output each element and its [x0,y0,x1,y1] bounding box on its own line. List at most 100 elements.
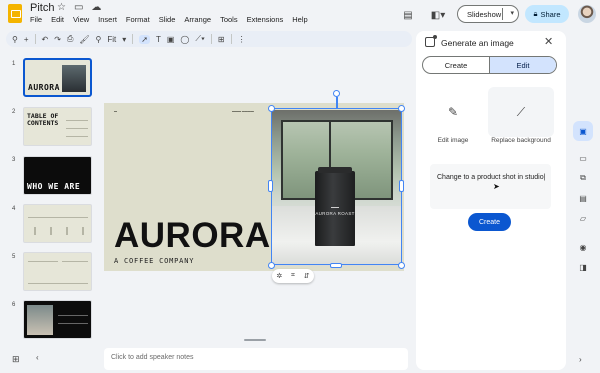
replace-background-option[interactable]: ⟋ [488,87,554,137]
slideshow-button[interactable]: Slideshow ▾ [457,5,519,23]
slide-title[interactable]: AURORA [114,216,271,256]
zoom-select[interactable]: Fit [107,35,116,44]
edit-image-label: Edit image [437,137,469,144]
prompt-text: Change to a product shot in studio [437,174,544,181]
meet-icon[interactable]: ◧▾ [428,8,448,22]
move-folder-icon[interactable]: ▭ [74,2,83,13]
edit-pencil-icon: ✎ [447,105,459,119]
resize-handle[interactable] [330,263,342,268]
hide-side-panel-icon[interactable]: › [579,355,582,364]
share-label: Share [540,9,561,19]
generate-image-icon [425,35,437,47]
document-title[interactable]: Pitch [30,2,54,14]
cloud-status-icon[interactable]: ☁ [91,2,101,13]
slide-thumbnail-4[interactable] [23,204,92,243]
copy-icon[interactable]: ⧉ [577,172,589,184]
mode-tabs: Create Edit [422,56,557,74]
avatar[interactable] [578,5,596,23]
image-quick-toolbar: ✲ ⌗ ⇵ [272,269,314,283]
slides-logo-icon[interactable] [8,4,22,23]
slideshow-label: Slideshow [467,9,502,19]
menu-slide[interactable]: Slide [159,15,176,24]
menu-insert[interactable]: Insert [98,15,117,24]
resize-handle[interactable] [268,180,273,192]
print-icon[interactable]: ⎙ [67,34,73,44]
lock-icon: 🔒︎ [533,9,538,18]
new-slide-icon[interactable]: + [24,35,29,44]
menu-arrange[interactable]: Arrange [184,15,211,24]
slide-number: 2 [12,109,16,115]
slide-number: 1 [12,61,16,67]
tab-edit[interactable]: Edit [489,57,556,73]
resize-handle[interactable] [268,262,275,269]
create-button[interactable]: Create [468,213,511,231]
selection-box [271,108,402,265]
undo-icon[interactable]: ↶ [42,35,49,44]
slide-number: 6 [12,302,16,308]
menu-file[interactable]: File [30,15,42,24]
slide-thumbnail-5[interactable] [23,252,92,291]
notes-resize-handle[interactable] [244,339,266,341]
line-icon[interactable]: ⟋▾ [195,34,205,44]
drive-icon[interactable]: ▱ [577,212,589,224]
speaker-notes[interactable]: Click to add speaker notes [104,348,408,370]
resize-handle[interactable] [399,180,404,192]
filmstrip: 1 AURORA 2 TABLE OF CONTENTS 3 WHO WE AR… [0,52,98,344]
panel-title: Generate an image [441,38,514,48]
zoom-icon[interactable]: ⚲ [96,35,102,44]
addons-icon[interactable]: ◨ [577,261,589,273]
slide-thumbnail-1[interactable]: AURORA [23,58,92,97]
slide-number: 4 [12,206,16,212]
slide-thumbnail-6[interactable] [23,300,92,339]
toolbar: ⚲ + ↶ ↷ ⎙ 🖌︎ ⚲ Fit ▾ ➚ T ▣ ◯ ⟋▾ ⊞ ⋮ [6,31,412,47]
rotate-handle[interactable] [333,90,340,97]
text-box-icon[interactable]: T [156,35,161,44]
image-options-icon[interactable]: ✲ [276,272,282,280]
star-icon[interactable]: ☆ [57,2,66,13]
generate-image-rail-icon[interactable]: ▣ [573,121,593,141]
slide-number: 5 [12,254,16,260]
slide-thumbnail-2[interactable]: TABLE OF CONTENTS [23,107,92,146]
comments-icon[interactable]: ▤ [401,8,415,22]
menu-view[interactable]: View [73,15,89,24]
calendar-icon[interactable]: ▤ [577,192,589,204]
slide-thumbnail-3[interactable]: WHO WE ARE [23,156,92,195]
collapse-filmstrip-icon[interactable]: ‹ [36,353,39,362]
menu-edit[interactable]: Edit [51,15,64,24]
paint-format-icon[interactable]: 🖌︎ [79,35,89,44]
menu-format[interactable]: Format [126,15,150,24]
menu-bar: File Edit View Insert Format Slide Arran… [30,15,308,24]
prompt-input[interactable]: Change to a product shot in studio| [430,164,551,209]
magic-wand-icon: ⟋ [516,104,526,119]
maps-icon[interactable]: ◉ [577,241,589,253]
slide-number: 3 [12,157,16,163]
replace-image-icon[interactable]: ⇵ [304,272,310,280]
replace-background-label: Replace background [491,137,551,144]
share-button[interactable]: 🔒︎ Share [525,5,569,23]
slide-subtitle[interactable]: A COFFEE COMPANY [114,257,194,265]
grid-view-icon[interactable]: ⊞ [12,354,20,365]
menu-help[interactable]: Help [292,15,307,24]
menu-extensions[interactable]: Extensions [247,15,284,24]
generate-image-panel: Generate an image ✕ Create Edit ✎ ⟋ Edit… [416,31,566,370]
resize-handle[interactable] [398,262,405,269]
redo-icon[interactable]: ↷ [54,35,61,44]
tab-create[interactable]: Create [423,57,489,73]
mouse-cursor-icon: ➤ [493,182,500,191]
title-bar: Pitch ☆ ▭ ☁ File Edit View Insert Format… [0,0,600,30]
shape-icon[interactable]: ◯ [180,35,189,44]
image-insert-icon[interactable]: ▣ [167,35,175,44]
menu-tools[interactable]: Tools [220,15,238,24]
search-menus-icon[interactable]: ⚲ [12,35,18,44]
edit-image-option[interactable]: ✎ [420,87,486,137]
resize-handle[interactable] [398,105,405,112]
keep-icon[interactable]: ▭ [577,152,589,164]
more-options-icon[interactable]: ⋮ [238,35,246,44]
crop-icon[interactable]: ⌗ [291,272,295,280]
select-tool-icon[interactable]: ➚ [139,34,150,44]
slideshow-dropdown-icon[interactable]: ▾ [510,9,514,17]
close-icon[interactable]: ✕ [544,35,553,48]
insert-comment-icon[interactable]: ⊞ [218,35,225,44]
resize-handle[interactable] [268,105,275,112]
zoom-dropdown-icon[interactable]: ▾ [122,35,126,44]
